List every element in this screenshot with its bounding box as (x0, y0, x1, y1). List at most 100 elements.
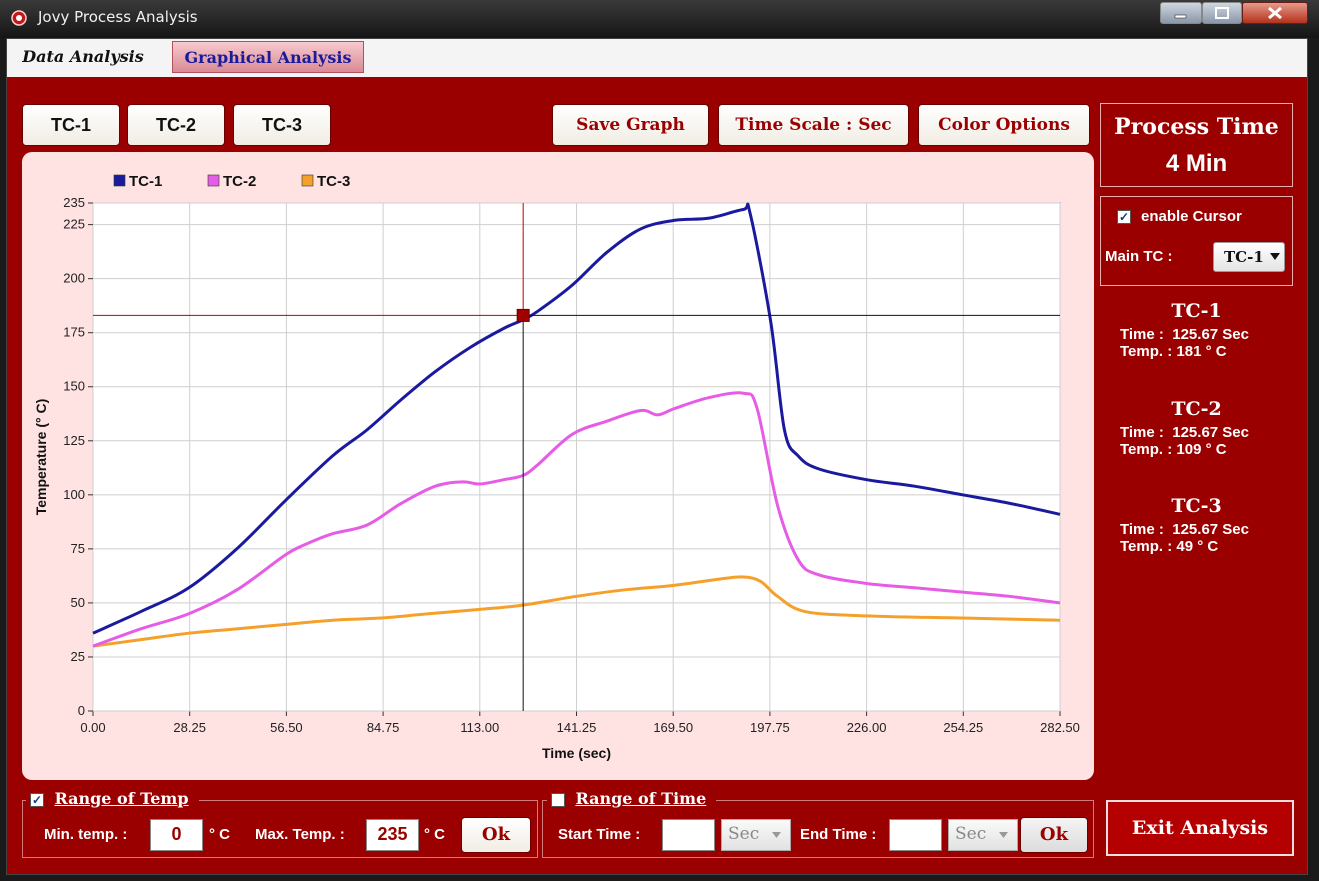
end-time-input[interactable] (889, 819, 942, 851)
readout-tc1-name: TC-1 (1171, 300, 1222, 322)
readout-tc3-temp: 49 ° C (1176, 538, 1219, 555)
start-time-label: Start Time : (558, 826, 641, 843)
x-tick-label: 197.75 (750, 720, 790, 735)
tab-graphical-analysis[interactable]: Graphical Analysis (172, 41, 364, 73)
time-scale-button[interactable]: Time Scale : Sec (718, 104, 909, 146)
max-temp-label: Max. Temp. : (255, 826, 345, 843)
tc3-button[interactable]: TC-3 (233, 104, 331, 146)
x-tick-label: 169.50 (653, 720, 693, 735)
min-temp-label: Min. temp. : (44, 826, 128, 843)
range-time-ok-button[interactable]: Ok (1020, 817, 1088, 853)
process-time-value: 4 Min (1165, 150, 1228, 177)
range-temp-checkbox[interactable]: ✓ (30, 792, 44, 807)
app-icon (10, 9, 28, 27)
cursor-readouts: TC-1 Time : 125.67 Sec Temp. : 181 ° C T… (1100, 300, 1293, 580)
chart-panel: 0.00 28.25 56.50 84.75 113.00 141.25 169.50 197… (22, 152, 1094, 780)
start-unit-select[interactable]: Sec (721, 819, 791, 851)
window-title: Jovy Process Analysis (38, 8, 198, 26)
cursor-marker[interactable] (516, 308, 530, 322)
x-tick-label: 254.25 (943, 720, 983, 735)
process-time-box: Process Time 4 Min (1100, 103, 1293, 187)
readout-tc1: TC-1 Time : 125.67 Sec Temp. : 181 ° C (1100, 300, 1293, 360)
range-temp-header: ✓ Range of Temp (26, 789, 199, 809)
y-tick-label: 125 (63, 433, 85, 448)
x-tick-label: 28.25 (173, 720, 206, 735)
tab-data-analysis[interactable]: Data Analysis (12, 41, 154, 73)
save-graph-button[interactable]: Save Graph (552, 104, 709, 146)
close-icon (1268, 6, 1282, 20)
chevron-down-icon (1270, 253, 1280, 260)
readout-tc2-temp-label: Temp. : (1120, 441, 1173, 458)
range-time-header: Range of Time (547, 789, 717, 809)
chevron-down-icon (999, 832, 1008, 838)
readout-tc2-time-label: Time : (1120, 424, 1164, 441)
y-tick-label: 150 (63, 379, 85, 394)
readout-tc2-temp: 109 ° C (1176, 441, 1227, 458)
readout-tc1-temp-label: Temp. : (1120, 343, 1173, 360)
readout-tc2-name: TC-2 (1171, 398, 1222, 420)
main-tc-select[interactable]: TC-1 (1213, 242, 1285, 272)
readout-tc1-time-label: Time : (1120, 326, 1164, 343)
x-tick-label: 141.25 (557, 720, 597, 735)
y-tick-label: 175 (63, 325, 85, 340)
tc1-button[interactable]: TC-1 (22, 104, 120, 146)
y-tick-label: 75 (71, 541, 85, 556)
legend-label-tc-3: TC-3 (317, 173, 350, 190)
readout-tc2: TC-2 Time : 125.67 Sec Temp. : 109 ° C (1100, 398, 1293, 458)
min-temp-unit: ° C (209, 826, 230, 843)
cursor-settings-box: ✓ enable Cursor Main TC : TC-1 (1100, 196, 1293, 286)
x-tick-label: 226.00 (847, 720, 887, 735)
legend-swatch-tc-1 (113, 174, 126, 187)
enable-cursor-label: enable Cursor (1141, 208, 1242, 225)
chevron-down-icon (772, 832, 781, 838)
minimize-button[interactable] (1160, 2, 1202, 24)
temperature-chart[interactable]: 0.00 28.25 56.50 84.75 113.00 141.25 169.50 197… (22, 152, 1094, 780)
x-tick-label: 282.50 (1040, 720, 1080, 735)
maximize-icon (1215, 7, 1229, 19)
legend-swatch-tc-3 (301, 174, 314, 187)
exit-analysis-button[interactable]: Exit Analysis (1106, 800, 1294, 856)
y-tick-label: 225 (63, 217, 85, 232)
readout-tc1-time: 125.67 Sec (1172, 326, 1249, 343)
y-tick-label: 235 (63, 195, 85, 210)
range-time-label[interactable]: Range of Time (569, 789, 713, 808)
readout-tc3-time: 125.67 Sec (1172, 521, 1249, 538)
end-unit-select[interactable]: Sec (948, 819, 1018, 851)
y-tick-label: 200 (63, 271, 85, 286)
y-tick-label: 50 (71, 595, 85, 610)
process-time-title: Process Time (1114, 114, 1279, 140)
y-axis-label: Temperature (° C) (33, 399, 49, 516)
max-temp-input[interactable]: 235 (366, 819, 419, 851)
x-axis-label: Time (sec) (542, 745, 611, 761)
readout-tc3-name: TC-3 (1171, 495, 1222, 517)
range-temp-ok-button[interactable]: Ok (461, 817, 531, 853)
start-unit-value: Sec (728, 824, 760, 844)
tc2-button[interactable]: TC-2 (127, 104, 225, 146)
readout-tc1-temp: 181 ° C (1176, 343, 1227, 360)
maximize-button[interactable] (1202, 2, 1242, 24)
readout-tc2-time: 125.67 Sec (1172, 424, 1249, 441)
readout-tc3: TC-3 Time : 125.67 Sec Temp. : 49 ° C (1100, 495, 1293, 555)
min-temp-input[interactable]: 0 (150, 819, 203, 851)
main-tc-value: TC-1 (1224, 248, 1264, 266)
y-tick-label: 25 (71, 649, 85, 664)
x-tick-label: 0.00 (80, 720, 105, 735)
range-time-checkbox[interactable] (551, 792, 565, 807)
main-tc-label: Main TC : (1105, 248, 1173, 265)
end-time-label: End Time : (800, 826, 877, 843)
close-button[interactable] (1242, 2, 1308, 24)
x-tick-label: 56.50 (270, 720, 303, 735)
legend-swatch-tc-2 (207, 174, 220, 187)
readout-tc3-time-label: Time : (1120, 521, 1164, 538)
enable-cursor-checkbox[interactable]: ✓ (1117, 210, 1131, 224)
readout-tc3-temp-label: Temp. : (1120, 538, 1173, 555)
color-options-button[interactable]: Color Options (918, 104, 1090, 146)
start-time-input[interactable] (662, 819, 715, 851)
legend-label-tc-2: TC-2 (223, 173, 256, 190)
x-tick-label: 84.75 (367, 720, 400, 735)
range-temp-label[interactable]: Range of Temp (48, 789, 195, 808)
y-tick-label: 100 (63, 487, 85, 502)
end-unit-value: Sec (955, 824, 987, 844)
legend-label-tc-1: TC-1 (129, 173, 162, 190)
x-tick-label: 113.00 (460, 720, 499, 735)
